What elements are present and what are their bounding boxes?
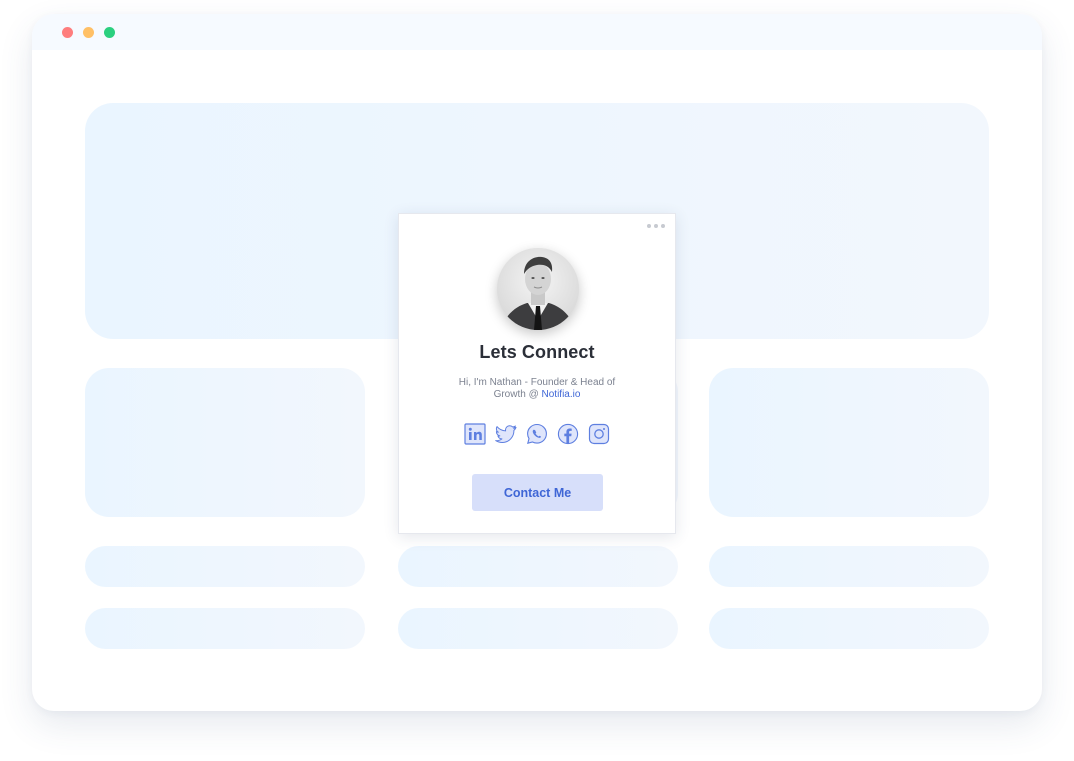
- widget-intro: Hi, I'm Nathan - Founder & Head of Growt…: [449, 377, 625, 401]
- connect-widget: Lets Connect Hi, I'm Nathan - Founder & …: [398, 213, 676, 534]
- avatar: [497, 248, 579, 330]
- contact-me-button[interactable]: Contact Me: [472, 474, 603, 511]
- intro-text: Hi, I'm Nathan - Founder & Head of Growt…: [458, 377, 616, 400]
- minimize-dot[interactable]: [83, 27, 94, 38]
- more-options-icon[interactable]: [647, 222, 665, 230]
- row-placeholder: [398, 608, 678, 649]
- card-placeholder-left: [85, 368, 365, 517]
- window-titlebar: [32, 14, 1042, 50]
- social-links: [399, 423, 675, 445]
- close-dot[interactable]: [62, 27, 73, 38]
- row-placeholder: [85, 608, 365, 649]
- facebook-icon[interactable]: [557, 423, 579, 445]
- instagram-icon[interactable]: [588, 423, 610, 445]
- twitter-icon[interactable]: [495, 423, 517, 445]
- linkedin-icon[interactable]: [464, 423, 486, 445]
- row-placeholder: [85, 546, 365, 587]
- page: Lets Connect Hi, I'm Nathan - Founder & …: [0, 0, 1074, 761]
- maximize-dot[interactable]: [104, 27, 115, 38]
- row-placeholder: [709, 546, 989, 587]
- row-placeholder: [709, 608, 989, 649]
- notifia-link[interactable]: Notifia.io: [542, 389, 581, 400]
- whatsapp-icon[interactable]: [526, 423, 548, 445]
- row-placeholder: [398, 546, 678, 587]
- card-placeholder-right: [709, 368, 989, 517]
- widget-title: Lets Connect: [479, 342, 595, 362]
